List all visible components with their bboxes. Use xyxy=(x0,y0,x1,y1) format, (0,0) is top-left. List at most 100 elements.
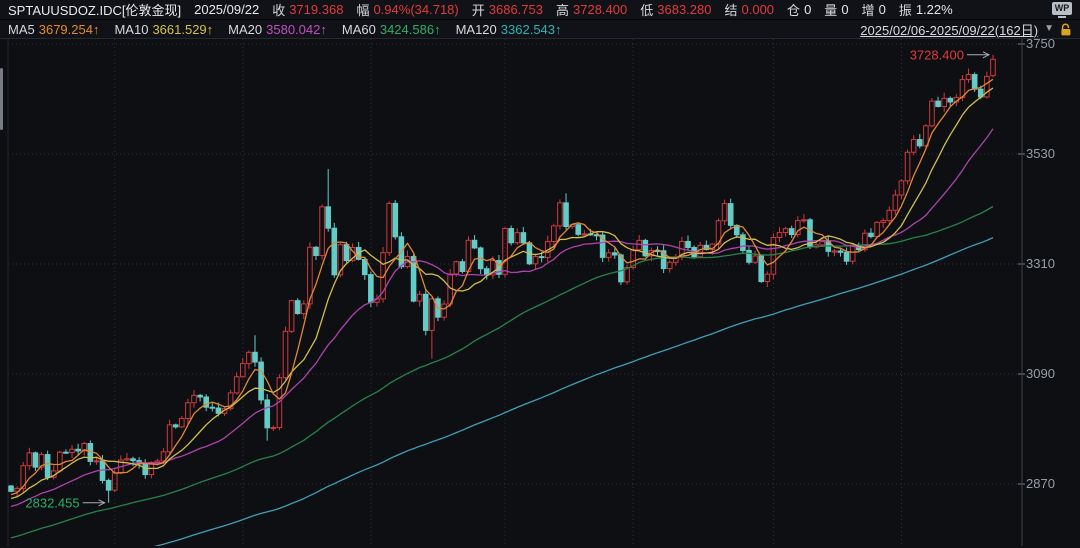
candle-body xyxy=(442,304,447,317)
candle-body xyxy=(460,262,465,272)
y-axis-label: 3530 xyxy=(1026,146,1055,161)
quote-stat: 仓0 xyxy=(787,0,811,19)
candle-body xyxy=(216,408,221,413)
candle-body xyxy=(820,242,825,245)
quote-stat-label: 振 xyxy=(899,0,912,19)
candle-body xyxy=(881,221,886,223)
candlestick-chart-area[interactable]: 3728.4002832.455 37503530331030902870 xyxy=(0,39,1080,546)
quote-stat-value: 3686.753 xyxy=(489,2,543,17)
candle-body xyxy=(131,459,136,461)
quote-stat-label: 仓 xyxy=(787,0,800,19)
candle-body xyxy=(320,207,325,256)
ma-line-ma120 xyxy=(11,238,993,546)
candle-body xyxy=(180,418,185,426)
candle-body xyxy=(893,195,898,210)
quote-stat-label: 收 xyxy=(272,0,285,19)
quote-stat-label: 增 xyxy=(862,0,875,19)
ma-item-label: MA120 xyxy=(456,22,497,37)
candle-body xyxy=(283,331,288,377)
quote-stat: 结0.000 xyxy=(724,0,774,19)
candle-body xyxy=(911,140,916,153)
ma-values: MA53679.254↑MA103661.529↑MA203580.042↑MA… xyxy=(8,22,562,37)
quote-stat-value: 1.22% xyxy=(916,2,953,17)
annotations: 3728.400 2832.455 xyxy=(25,47,989,510)
candle-body xyxy=(777,233,782,238)
quote-stat-label: 量 xyxy=(824,0,837,19)
ma-item-value: 3424.586↑ xyxy=(380,22,441,37)
candle-body xyxy=(576,225,581,235)
candle-body xyxy=(173,425,178,427)
wp-badge: WP xyxy=(1052,2,1072,15)
left-scrollbar-thumb[interactable] xyxy=(0,68,3,130)
candle-body xyxy=(765,274,770,281)
symbol-name: SPTAUUSDOZ.IDC[伦敦金现] xyxy=(8,0,181,19)
candle-body xyxy=(314,247,319,255)
candle-body xyxy=(472,240,477,248)
quote-stat: 开3686.753 xyxy=(472,0,543,19)
unlocked-padlock-icon[interactable] xyxy=(1060,23,1072,36)
candle-body xyxy=(76,449,81,451)
candle-body xyxy=(155,461,160,462)
candle-body xyxy=(875,222,880,236)
candle-body xyxy=(417,294,422,301)
candle-body xyxy=(259,362,264,400)
quote-stat: 增0 xyxy=(862,0,886,19)
candle-body xyxy=(539,257,544,258)
quote-stat: 收3719.368 xyxy=(272,0,343,19)
candle-body xyxy=(198,395,203,397)
price-annotation: 3728.400 xyxy=(910,47,964,62)
candle-body xyxy=(423,294,428,330)
candle-body xyxy=(253,352,258,362)
candle-body xyxy=(509,229,514,243)
candle-body xyxy=(783,229,788,233)
candle-body xyxy=(521,233,526,243)
candle-body xyxy=(94,461,99,462)
ma-item-value: 3362.543↑ xyxy=(501,22,562,37)
candle-body xyxy=(606,253,611,258)
candle-body xyxy=(613,253,618,255)
date-range-selector[interactable]: 2025/02/06-2025/09/22(162日) xyxy=(860,20,1038,39)
ma-item-label: MA5 xyxy=(8,22,35,37)
chevron-down-icon[interactable]: ▼ xyxy=(1044,24,1054,34)
candle-body xyxy=(564,203,569,227)
candle-body xyxy=(991,59,996,75)
candle-body xyxy=(686,241,691,247)
candle-body xyxy=(558,203,563,226)
ma-indicator-bar: MA53679.254↑MA103661.529↑MA203580.042↑MA… xyxy=(0,20,1080,39)
quote-stat-label: 低 xyxy=(640,0,653,19)
candle-body xyxy=(326,207,331,228)
price-annotation: 2832.455 xyxy=(25,495,79,510)
ma-item-label: MA20 xyxy=(228,22,262,37)
candle-body xyxy=(832,251,837,252)
candle-body xyxy=(33,453,38,467)
quote-stat-label: 幅 xyxy=(356,0,369,19)
ma-item-label: MA10 xyxy=(114,22,148,37)
candle-body xyxy=(936,101,941,106)
ma-lines xyxy=(11,79,993,546)
quote-bar: SPTAUUSDOZ.IDC[伦敦金现] 2025/09/22 收3719.36… xyxy=(0,0,1080,20)
candle-body xyxy=(393,203,398,236)
candle-body xyxy=(27,453,32,466)
quote-date: 2025/09/22 xyxy=(194,2,259,17)
candle-body xyxy=(972,75,977,90)
quote-stat: 量0 xyxy=(824,0,848,19)
candle-body xyxy=(942,98,947,106)
candle-body xyxy=(387,203,392,252)
candle-body xyxy=(722,204,727,221)
candle-body xyxy=(143,464,148,475)
candle-body xyxy=(887,210,892,220)
candle-body xyxy=(344,245,349,261)
ma-item: MA60 3424.586↑ xyxy=(342,22,441,37)
candle-body xyxy=(850,245,855,261)
candles xyxy=(9,55,996,503)
candle-body xyxy=(301,304,306,314)
candlestick-chart[interactable]: 3728.400 2832.455 xyxy=(0,39,1080,546)
candle-body xyxy=(753,256,758,262)
quote-stat-label: 结 xyxy=(724,0,737,19)
ma-item-label: MA60 xyxy=(342,22,376,37)
candle-body xyxy=(167,425,172,452)
candle-body xyxy=(58,452,63,471)
candle-body xyxy=(869,233,874,236)
candle-body xyxy=(905,152,910,181)
ma-item: MA120 3362.543↑ xyxy=(456,22,562,37)
